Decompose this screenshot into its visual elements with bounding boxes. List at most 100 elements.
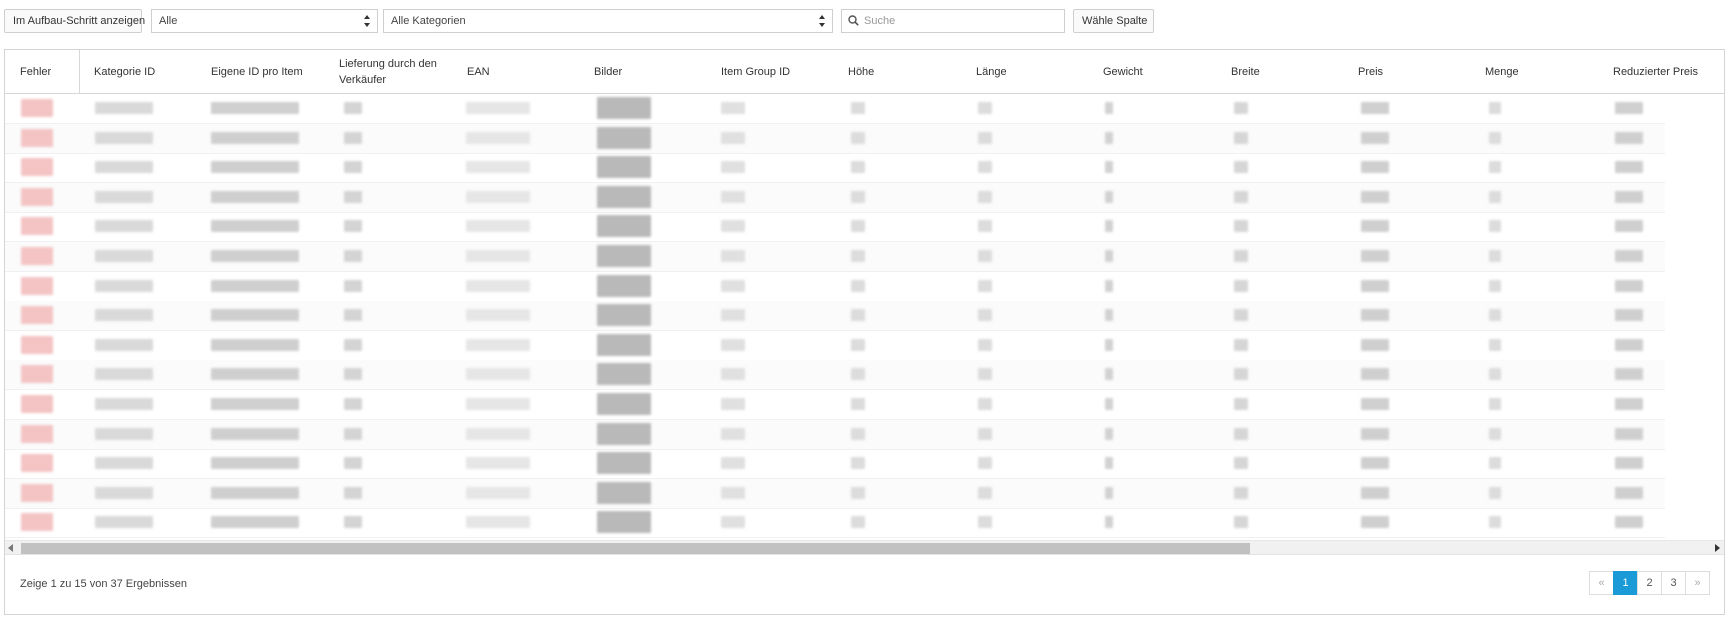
redacted-cell	[851, 398, 865, 410]
redacted-cell	[721, 161, 745, 174]
table-row[interactable]	[5, 301, 1665, 332]
column-header-eigene-id[interactable]: Eigene ID pro Item	[211, 50, 331, 93]
redacted-cell	[1105, 102, 1113, 114]
redacted-cell	[211, 368, 299, 381]
redacted-cell	[1105, 250, 1113, 262]
pagination-next[interactable]: »	[1685, 571, 1710, 595]
redacted-cell	[851, 190, 865, 203]
redacted-cell	[211, 427, 299, 440]
column-header-gewicht[interactable]: Gewicht	[1103, 50, 1203, 93]
redacted-cell	[1105, 220, 1113, 233]
redacted-cell	[851, 102, 865, 114]
redacted-cell	[95, 368, 153, 381]
show-build-step-button[interactable]: Im Aufbau-Schritt anzeigen	[4, 9, 145, 33]
table-row[interactable]	[5, 123, 1665, 154]
column-header-reduzierter-preis[interactable]: Reduzierter Preis	[1613, 50, 1723, 93]
column-header-menge[interactable]: Menge	[1485, 50, 1585, 93]
status-select[interactable]: Alle	[151, 9, 378, 33]
table-row[interactable]	[5, 331, 1665, 361]
redacted-cell	[597, 333, 651, 356]
table-row[interactable]	[5, 212, 1665, 243]
column-header-bilder[interactable]: Bilder	[594, 50, 694, 93]
redacted-cell	[851, 338, 865, 351]
column-header-preis[interactable]: Preis	[1358, 50, 1458, 93]
scroll-left-icon[interactable]	[8, 544, 13, 552]
redacted-cell	[1361, 457, 1389, 470]
column-header-hoehe[interactable]: Höhe	[848, 50, 948, 93]
table-row[interactable]	[5, 153, 1665, 184]
redacted-cell	[1489, 427, 1501, 440]
redacted-cell	[1234, 190, 1248, 203]
table-row[interactable]	[5, 182, 1665, 213]
redacted-cell	[1234, 338, 1248, 351]
table-row[interactable]	[5, 478, 1665, 509]
redacted-cell	[211, 279, 299, 292]
redacted-cell	[344, 516, 362, 529]
redacted-cell	[1615, 516, 1643, 529]
column-header-kategorie-id[interactable]: Kategorie ID	[94, 50, 204, 93]
pagination-page-3[interactable]: 3	[1661, 571, 1686, 595]
redacted-cell	[851, 486, 865, 499]
redacted-cell	[978, 131, 992, 144]
redacted-cell	[95, 131, 153, 144]
redacted-cell	[851, 161, 865, 174]
column-header-ean[interactable]: EAN	[467, 50, 567, 93]
redacted-cell	[1615, 486, 1643, 499]
column-header-lieferung[interactable]: Lieferung durch den Verkäufer	[339, 50, 449, 93]
table-row[interactable]	[5, 242, 1665, 272]
redacted-cell	[597, 393, 651, 415]
table-row[interactable]	[5, 449, 1665, 480]
column-header-laenge[interactable]: Länge	[976, 50, 1076, 93]
redacted-cell	[1234, 279, 1248, 292]
redacted-cell	[344, 279, 362, 292]
redacted-cell	[597, 185, 651, 208]
redacted-cell	[1234, 309, 1248, 322]
table-row[interactable]	[5, 272, 1665, 302]
redacted-cell	[721, 190, 745, 203]
redacted-cell	[1615, 457, 1643, 470]
column-header-item-group-id[interactable]: Item Group ID	[721, 50, 821, 93]
redacted-cell	[1105, 427, 1113, 440]
redacted-cell	[1615, 427, 1643, 440]
table-row[interactable]	[5, 419, 1665, 450]
redacted-cell	[1234, 102, 1248, 114]
redacted-cell	[95, 279, 153, 292]
redacted-cell	[1361, 309, 1389, 322]
redacted-cell	[978, 102, 992, 114]
redacted-cell	[1615, 250, 1643, 262]
choose-column-button[interactable]: Wähle Spalte	[1073, 9, 1154, 33]
table-row[interactable]	[5, 94, 1665, 124]
redacted-cell	[344, 427, 362, 440]
table-row[interactable]	[5, 390, 1665, 420]
redacted-cell	[1615, 398, 1643, 410]
table-row[interactable]	[5, 360, 1665, 391]
redacted-cell	[597, 363, 651, 386]
redacted-cell	[21, 99, 53, 117]
redacted-cell	[721, 250, 745, 262]
redacted-cell	[1234, 250, 1248, 262]
redacted-cell	[1105, 368, 1113, 381]
pagination-prev[interactable]: «	[1589, 571, 1614, 595]
status-select-value: Alle	[159, 15, 178, 27]
search-input[interactable]	[864, 10, 1054, 32]
redacted-cell	[1489, 398, 1501, 410]
scroll-right-icon[interactable]	[1715, 544, 1720, 552]
column-header-breite[interactable]: Breite	[1231, 50, 1331, 93]
search-field[interactable]	[841, 9, 1065, 33]
column-header-fehler[interactable]: Fehler	[5, 50, 80, 93]
redacted-cell	[597, 156, 651, 179]
redacted-cell	[21, 217, 53, 236]
redacted-cell	[466, 279, 530, 292]
scrollbar-thumb[interactable]	[21, 543, 1250, 554]
category-select[interactable]: Alle Kategorien	[383, 9, 833, 33]
pagination-page-2[interactable]: 2	[1637, 571, 1662, 595]
redacted-cell	[1105, 486, 1113, 499]
redacted-cell	[344, 102, 362, 114]
horizontal-scrollbar[interactable]	[5, 540, 1724, 555]
redacted-cell	[1489, 457, 1501, 470]
table-row[interactable]	[5, 508, 1665, 539]
redacted-cell	[1489, 250, 1501, 262]
redacted-cell	[211, 102, 299, 114]
redacted-cell	[1615, 220, 1643, 233]
pagination-page-1[interactable]: 1	[1613, 571, 1638, 595]
